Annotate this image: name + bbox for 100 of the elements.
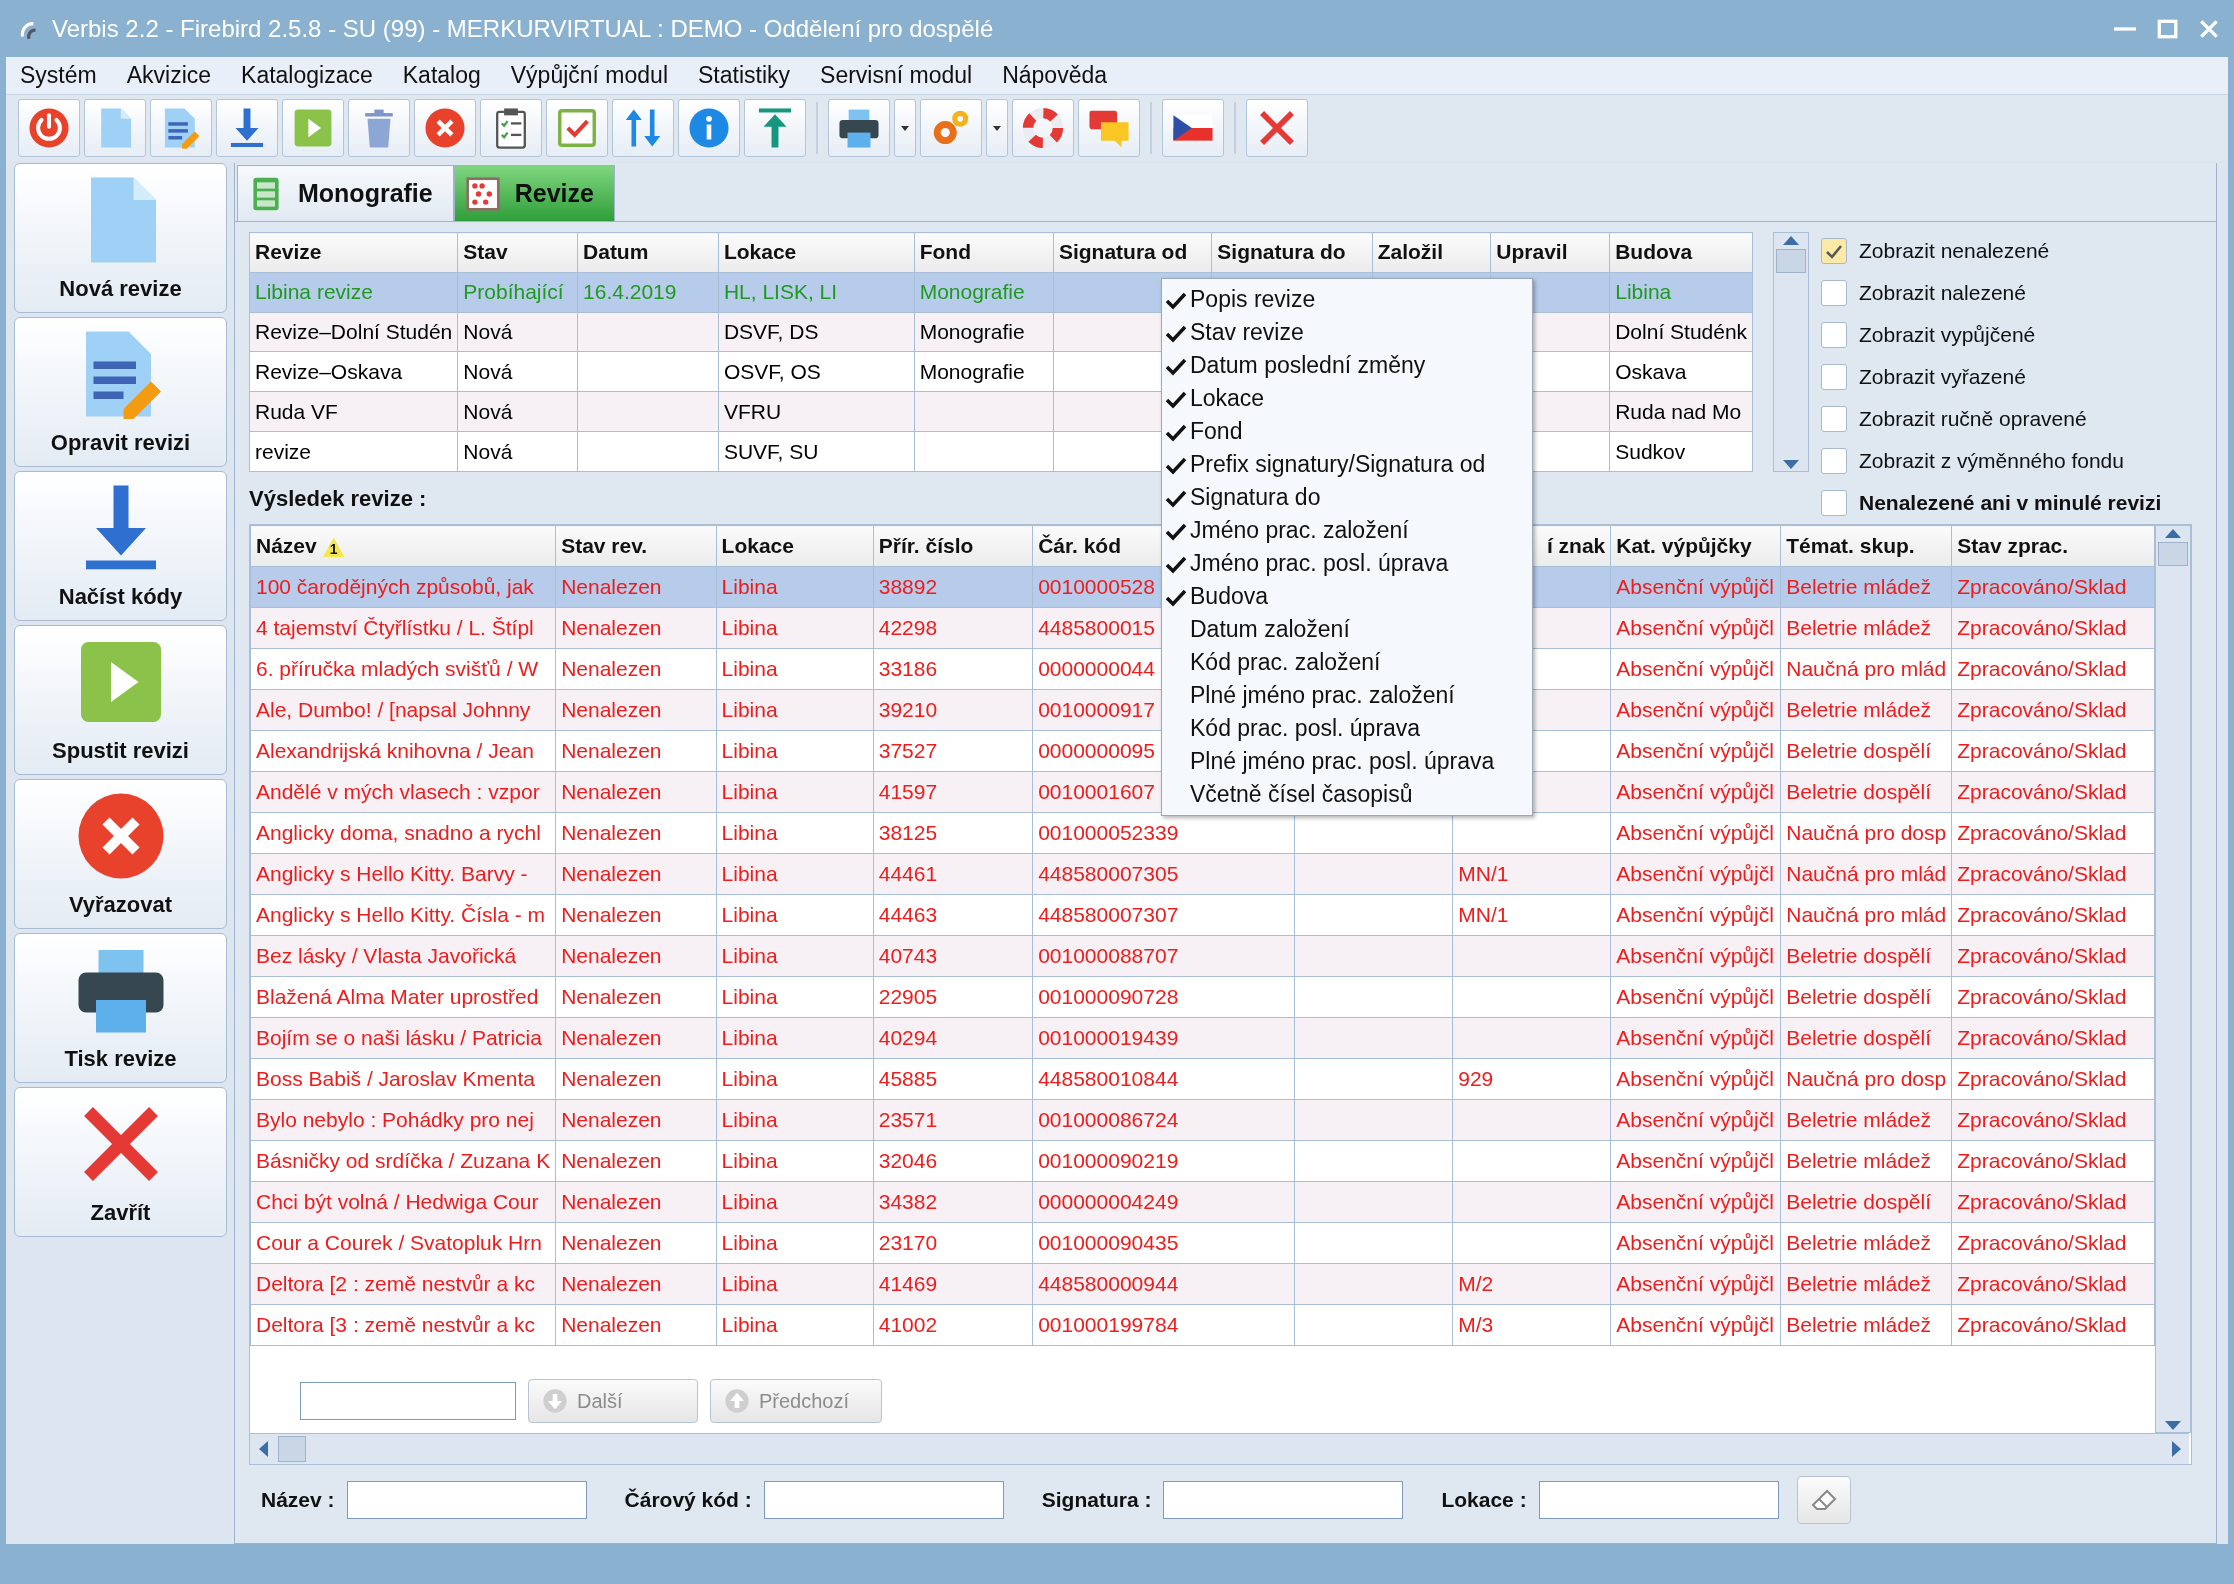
table-cell: Libina [1609,272,1753,313]
table-cell: 16.4.2019 [577,272,719,313]
table-cell: Absenční výpůjčl [1610,1181,1781,1223]
table-cell: Beletrie dospělí [1780,1181,1952,1223]
field-label: Název : [261,1488,335,1512]
table-cell: Zpracováno/Sklad [1951,1263,2155,1305]
table-cell: Libina [716,1263,874,1305]
table-cell: Absenční výpůjčl [1610,1304,1781,1346]
table-cell: Básničky od srdíčka / Zuzana K [250,1140,556,1182]
table-cell: Nová [457,312,578,352]
table-cell: Boss Babiš / Jaroslav Kmenta [250,1058,556,1100]
table-cell: Absenční výpůjčl [1610,566,1781,608]
table-cell: Nenalezen [555,1263,717,1305]
table-cell: Beletrie mládež [1780,689,1952,731]
table-cell: Dolní Studénk [1609,312,1753,352]
table-cell: Nenalezen [555,730,717,772]
table-cell: 38125 [873,812,1033,854]
table-cell: 001000090219 [1032,1140,1295,1182]
table-cell: Cour a Courek / Svatopluk Hrn [250,1222,556,1264]
table-cell: 001000088707 [1032,935,1295,977]
table-cell: Naučná pro mlád [1780,894,1952,936]
table-cell: Nenalezen [555,935,717,977]
table-cell: Nenalezen [555,812,717,854]
table-cell: Zpracováno/Sklad [1951,771,2155,813]
table-cell: Zpracováno/Sklad [1951,853,2155,895]
table-cell: 000000004249 [1032,1181,1295,1223]
table-cell: Zpracováno/Sklad [1951,812,2155,854]
table-cell: 001000199784 [1032,1304,1295,1346]
table-cell: Absenční výpůjčl [1610,976,1781,1018]
table-cell: Libina [716,1304,874,1346]
table-cell: M/3 [1452,1304,1611,1346]
table-cell: 929 [1452,1058,1611,1100]
table-cell: Probíhající [457,272,578,313]
table-cell: Monografie [914,312,1054,352]
table-cell: Absenční výpůjčl [1610,935,1781,977]
table-cell: Beletrie mládež [1780,1140,1952,1182]
table-cell: Libina [716,1140,874,1182]
table-cell: Beletrie mládež [1780,1222,1952,1264]
table-cell: Beletrie dospělí [1780,771,1952,813]
table-cell: Chci být volná / Hedwiga Cour [250,1181,556,1223]
table-cell: Absenční výpůjčl [1610,730,1781,772]
table-cell: Libina [716,566,874,608]
table-cell: 100 čarodějných způsobů, jak [250,566,556,608]
table-cell: Ruda VF [249,391,458,432]
table-cell: Zpracováno/Sklad [1951,1140,2155,1182]
table-cell: 448580010844 [1032,1058,1295,1100]
table-cell: MN/1 [1452,853,1611,895]
table-cell: Nová [457,431,578,472]
table-cell: Libina [716,1058,874,1100]
table-cell: Deltora [2 : země nestvůr a kc [250,1263,556,1305]
table-cell: 23571 [873,1099,1033,1141]
table-cell: Zpracováno/Sklad [1951,648,2155,690]
table-cell: Revize–Oskava [249,352,458,392]
table-cell: Absenční výpůjčl [1610,771,1781,813]
table-cell: Nenalezen [555,1222,717,1264]
table-cell: Absenční výpůjčl [1610,607,1781,649]
table-cell: Revize–Dolní Studén [249,312,458,352]
table-cell: SUVF, SU [718,431,915,472]
table-cell: Nenalezen [555,1181,717,1223]
table-cell: Nová [457,352,578,392]
table-cell: Beletrie dospělí [1780,730,1952,772]
table-cell: Naučná pro dosp [1780,812,1952,854]
table-cell: 41597 [873,771,1033,813]
table-cell: 38892 [873,566,1033,608]
table-cell: Libina [716,976,874,1018]
table-cell: Beletrie dospělí [1780,1017,1952,1059]
table-cell: Libina [716,607,874,649]
table-cell: Nenalezen [555,566,717,608]
table-cell: 448580007305 [1032,853,1295,895]
table-cell: Zpracováno/Sklad [1951,935,2155,977]
table-cell: Nenalezen [555,1058,717,1100]
table-cell: Absenční výpůjčl [1610,1099,1781,1141]
table-cell: 001000090728 [1032,976,1295,1018]
table-cell: Libina [716,771,874,813]
table-cell: 22905 [873,976,1033,1018]
table-cell: 39210 [873,689,1033,731]
table-cell: 44463 [873,894,1033,936]
table-cell: Bez lásky / Vlasta Javořická [250,935,556,977]
table-cell: Anglicky doma, snadno a rychl [250,812,556,854]
table-cell: Anglicky s Hello Kitty. Barvy - [250,853,556,895]
table-cell: Blažená Alma Mater uprostřed [250,976,556,1018]
table-cell: Deltora [3 : země nestvůr a kc [250,1304,556,1346]
table-cell: Libina [716,1222,874,1264]
table-cell: Beletrie mládež [1780,1263,1952,1305]
table-cell: 448580000944 [1032,1263,1295,1305]
table-cell: Nenalezen [555,1304,717,1346]
table-cell: 32046 [873,1140,1033,1182]
table-cell: 41002 [873,1304,1033,1346]
table-cell: 40743 [873,935,1033,977]
table-cell: 45885 [873,1058,1033,1100]
table-cell: Beletrie mládež [1780,607,1952,649]
table-cell: Anglicky s Hello Kitty. Čísla - m [250,894,556,936]
table-cell: Zpracováno/Sklad [1951,1222,2155,1264]
table-cell: Absenční výpůjčl [1610,1222,1781,1264]
table-cell: Ale, Dumbo! / [napsal Johnny [250,689,556,731]
table-cell: 40294 [873,1017,1033,1059]
window-title: Verbis 2.2 - Firebird 2.5.8 - SU (99) - MERKURVIRTUAL : DEMO - Oddělení pro dospělé [52,14,994,43]
table-cell: Libina [716,812,874,854]
sort-indicator: 1 [322,537,345,558]
table-cell: Libina revize [249,272,458,313]
